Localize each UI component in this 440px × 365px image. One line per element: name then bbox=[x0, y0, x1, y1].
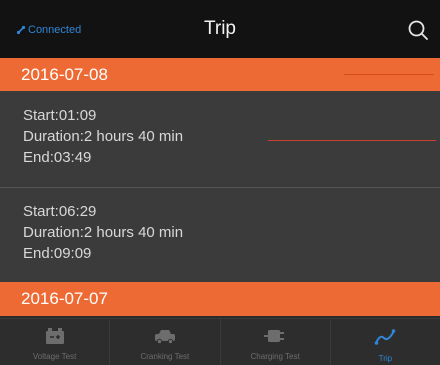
tab-bar: Voltage Test Cranking Test Charging Test… bbox=[0, 318, 440, 365]
divider bbox=[344, 74, 434, 75]
page-title: Trip bbox=[203, 18, 237, 39]
date-header: 2016-07-08 bbox=[0, 58, 440, 91]
tab-label: Voltage Test bbox=[32, 352, 77, 361]
tab-cranking-test[interactable]: Cranking Test bbox=[110, 319, 221, 365]
trip-start-time: Start:01:09 bbox=[23, 107, 97, 124]
trip-screen: Connected Trip 2016-07-08 Start:01:09 Du… bbox=[0, 0, 440, 365]
tab-label: Charging Test bbox=[250, 352, 300, 361]
trip-route-icon bbox=[374, 319, 396, 351]
trip-end-time: End:03:49 bbox=[23, 149, 92, 166]
trip-item[interactable]: Start:01:09 Duration:2 hours 40 min End:… bbox=[0, 91, 440, 187]
trip-duration: Duration:2 hours 40 min bbox=[23, 128, 184, 145]
date-label: 2016-07-08 bbox=[21, 65, 108, 84]
tab-trip[interactable]: Trip bbox=[331, 319, 440, 365]
date-header: 2016-07-07 bbox=[0, 282, 440, 316]
car-icon bbox=[154, 319, 176, 349]
swipe-indicator-line bbox=[268, 140, 436, 141]
search-icon[interactable] bbox=[406, 18, 430, 42]
tab-label: Trip bbox=[378, 354, 393, 363]
trip-item[interactable]: Start:06:29 Duration:2 hours 40 min End:… bbox=[0, 188, 440, 282]
tab-voltage-test[interactable]: Voltage Test bbox=[0, 319, 111, 365]
trip-duration: Duration:2 hours 40 min bbox=[23, 224, 184, 241]
date-label: 2016-07-07 bbox=[21, 289, 108, 308]
tab-charging-test[interactable]: Charging Test bbox=[221, 319, 331, 365]
tab-label: Cranking Test bbox=[140, 352, 190, 361]
plug-icon bbox=[264, 319, 286, 349]
trip-start-time: Start:06:29 bbox=[23, 203, 97, 220]
trip-end-time: End:09:09 bbox=[23, 245, 92, 262]
battery-icon bbox=[45, 319, 65, 349]
top-bar: Connected Trip bbox=[0, 0, 440, 58]
